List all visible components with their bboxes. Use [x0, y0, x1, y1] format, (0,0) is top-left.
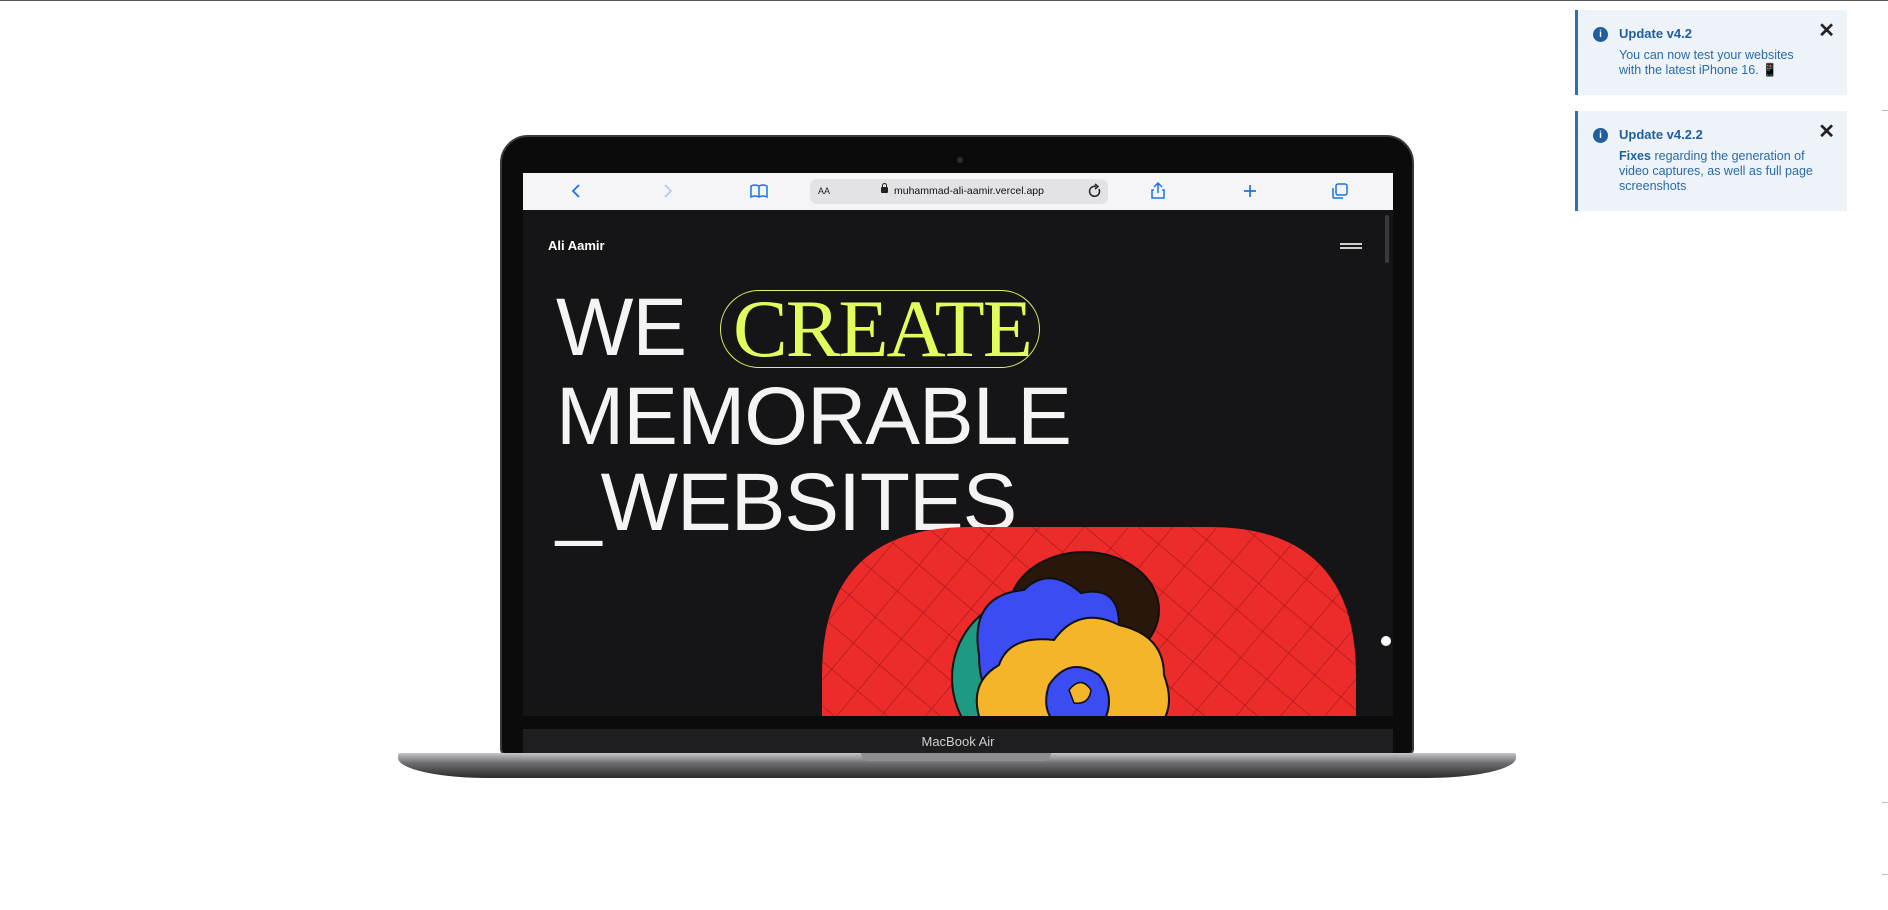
lock-icon [881, 183, 888, 193]
edge-divider [1882, 802, 1888, 803]
hero-line-memorable: MEMORABLE [556, 371, 1072, 462]
notification-title: Update v4.2 [1619, 26, 1692, 41]
notification-body: You can now test your websites with the … [1619, 48, 1794, 77]
edge-divider [1882, 874, 1888, 875]
device-label: MacBook Air [523, 729, 1393, 755]
close-icon[interactable]: ✕ [1818, 21, 1835, 41]
share-icon[interactable] [1148, 181, 1168, 201]
bookmarks-icon[interactable] [749, 181, 769, 201]
new-tab-icon[interactable] [1240, 181, 1260, 201]
page: AA muhammad-ali-aamir.vercel.app Ali Aam… [0, 0, 1888, 910]
tabs-icon[interactable] [1330, 181, 1350, 201]
safari-toolbar: AA muhammad-ali-aamir.vercel.app [523, 173, 1393, 211]
slide-indicator[interactable] [1381, 636, 1391, 646]
camera-icon [957, 157, 963, 163]
site-brand[interactable]: Ali Aamir [548, 238, 605, 253]
laptop-notch [861, 753, 1051, 761]
top-divider [0, 0, 1888, 1]
laptop-base [398, 753, 1516, 778]
hero-artwork [822, 527, 1356, 716]
reload-icon[interactable] [1088, 179, 1102, 212]
notification-update-v422: i Update v4.2.2 Fixes regarding the gene… [1575, 111, 1847, 211]
menu-icon[interactable] [1340, 243, 1362, 250]
info-icon: i [1593, 128, 1608, 143]
forward-icon[interactable] [657, 181, 677, 201]
notification-body-bold: Fixes [1619, 149, 1651, 163]
website-content: Ali Aamir WE CREATE MEMORABLE _WEBSITES [523, 210, 1393, 716]
hero-word-we: WE [556, 282, 687, 373]
notification-body: Fixes regarding the generation of video … [1619, 149, 1819, 194]
laptop-screen: AA muhammad-ali-aamir.vercel.app Ali Aam… [523, 173, 1393, 716]
edge-divider [1882, 110, 1888, 111]
scrollbar[interactable] [1385, 215, 1389, 263]
close-icon[interactable]: ✕ [1818, 122, 1835, 142]
address-bar[interactable]: AA muhammad-ali-aamir.vercel.app [810, 179, 1108, 204]
back-icon[interactable] [567, 181, 587, 201]
reader-mode-button[interactable]: AA [818, 179, 830, 204]
hero-highlight-create: CREATE [733, 283, 1033, 374]
notification-update-v42: i Update v4.2 You can now test your webs… [1575, 10, 1847, 95]
info-icon: i [1593, 27, 1608, 42]
laptop-lid: AA muhammad-ali-aamir.vercel.app Ali Aam… [500, 135, 1414, 755]
notification-title: Update v4.2.2 [1619, 127, 1703, 142]
url-text: muhammad-ali-aamir.vercel.app [894, 185, 1044, 197]
